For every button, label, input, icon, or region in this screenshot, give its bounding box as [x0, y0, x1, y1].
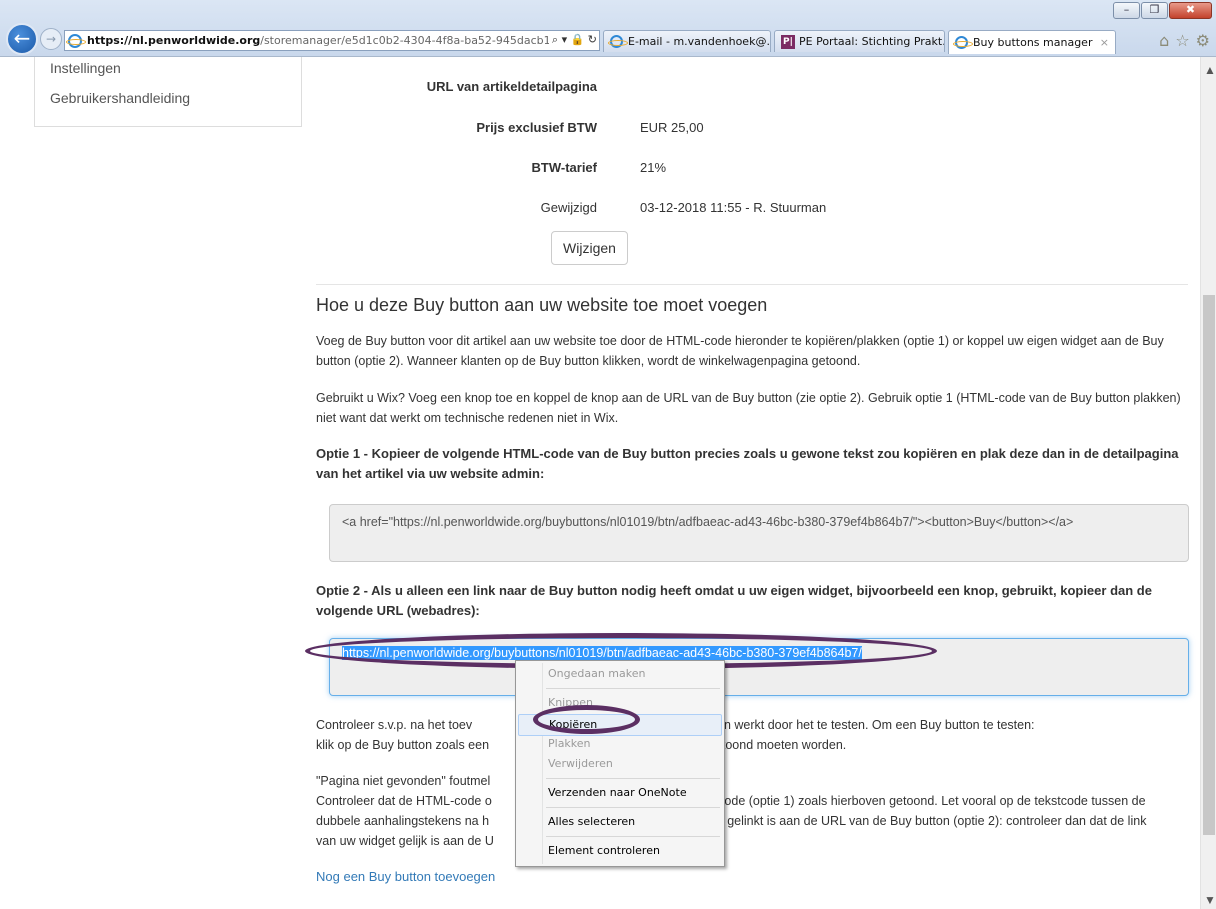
close-window-button[interactable]: ✖ [1169, 2, 1212, 19]
browser-chrome: – ❐ ✖ ← → https://nl.penworldwide.org/st… [0, 0, 1216, 57]
menu-item-undo[interactable]: Ongedaan maken [518, 663, 722, 685]
scroll-up-arrow-icon[interactable]: ▲ [1204, 63, 1216, 77]
forward-button[interactable]: → [40, 28, 62, 50]
back-button[interactable]: ← [6, 23, 38, 55]
tab-label: E-mail - m.vandenhoek@... [628, 35, 771, 48]
menu-separator [546, 688, 720, 689]
scrollbar-thumb[interactable] [1203, 295, 1215, 835]
sidebar-item-gebruikershandleiding[interactable]: Gebruikershandleiding [35, 86, 301, 116]
tab-label: PE Portaal: Stichting Prakt... [799, 35, 945, 48]
not-found-paragraph: "Pagina niet gevonden" foutmel Controlee… [316, 771, 1190, 851]
detail-value: EUR 25,00 [640, 120, 704, 135]
text-fragment: van uw widget gelijk is aan de U [316, 834, 494, 848]
sidebar-item-instellingen[interactable]: Instellingen [35, 57, 301, 86]
detail-label: Prijs exclusief BTW [476, 120, 597, 135]
edit-button[interactable]: Wijzigen [551, 231, 628, 265]
ie-icon [953, 36, 973, 49]
tab-label: Buy buttons manager [973, 36, 1093, 49]
address-host: https://nl.penworldwide.org [87, 34, 261, 47]
ie-icon [608, 35, 628, 48]
option1-code-box[interactable]: <a href="https://nl.penworldwide.org/buy… [329, 504, 1189, 562]
detail-value: 21% [640, 160, 667, 175]
divider [316, 284, 1188, 285]
window-controls: – ❐ ✖ [1113, 2, 1212, 19]
detail-label: URL van artikeldetailpagina [426, 79, 597, 94]
text-fragment: dubbele aanhalingstekens na h [316, 814, 490, 828]
page-viewport: Instellingen Gebruikershandleiding URL v… [0, 57, 1200, 909]
vertical-scrollbar[interactable]: ▲ ▼ [1200, 57, 1216, 909]
text-fragment: "Pagina niet gevonden" foutmel [316, 774, 491, 788]
menu-separator [546, 807, 720, 808]
text-fragment: Controleer dat de HTML-code o [316, 794, 492, 808]
detail-value: 03-12-2018 11:55 - R. Stuurman [640, 200, 827, 215]
text-fragment: Controleer s.v.p. na het toev [316, 718, 473, 732]
intro-paragraph: Voeg de Buy button voor dit artikel aan … [316, 334, 1164, 368]
home-icon[interactable]: ⌂ [1159, 31, 1169, 50]
minimize-button[interactable]: – [1113, 2, 1140, 19]
test-paragraph: Controleer s.v.p. na het toev te dat de … [316, 715, 1190, 755]
menu-separator [546, 836, 720, 837]
option1-code-text: <a href="https://nl.penworldwide.org/buy… [342, 515, 1074, 529]
browser-toolbar-icons: ⌂ ☆ ⚙ [1159, 31, 1210, 50]
detail-label: Gewijzigd [540, 200, 597, 215]
text-fragment: -code (optie 1) zoals hierboven getoond.… [714, 794, 1146, 808]
settings-gear-icon[interactable]: ⚙ [1196, 31, 1210, 50]
sidebar: Instellingen Gebruikershandleiding [34, 57, 302, 127]
section-title: Hoe u deze Buy button aan uw website toe… [316, 295, 768, 315]
tab-pe-portaal[interactable]: P| PE Portaal: Stichting Prakt... [774, 30, 945, 52]
option2-heading: Optie 2 - Als u alleen een link naar de … [316, 583, 1152, 618]
add-buy-button-link[interactable]: Nog een Buy button toevoegen [316, 869, 495, 884]
menu-item-delete[interactable]: Verwijderen [518, 753, 722, 775]
address-bar[interactable]: https://nl.penworldwide.org/storemanager… [64, 30, 600, 51]
tab-email[interactable]: E-mail - m.vandenhoek@... [603, 30, 771, 52]
menu-item-inspect-element[interactable]: Element controleren [518, 840, 722, 862]
tab-buy-buttons-manager[interactable]: Buy buttons manager × [948, 30, 1116, 54]
tab-close-icon[interactable]: × [1100, 36, 1109, 49]
menu-item-send-to-onenote[interactable]: Verzenden naar OneNote [518, 782, 722, 804]
detail-label: BTW-tarief [531, 160, 597, 175]
text-fragment: klik op de Buy button zoals een [316, 738, 490, 752]
menu-item-select-all[interactable]: Alles selecteren [518, 811, 722, 833]
scroll-down-arrow-icon[interactable]: ▼ [1204, 893, 1216, 907]
annotation-oval-copy [533, 705, 640, 734]
ie-page-icon [66, 33, 86, 48]
address-tools-icons[interactable]: ⌕ ▾ 🔒 ↻ [548, 33, 597, 47]
wix-paragraph: Gebruikt u Wix? Voeg een knop toe en kop… [316, 391, 1181, 425]
favorites-star-icon[interactable]: ☆ [1175, 31, 1189, 50]
address-path: /storemanager/e5d1c0b2-4304-4f8a-ba52-94… [260, 34, 597, 47]
pe-portaal-icon: P| [781, 34, 795, 49]
context-menu: Ongedaan maken Knippen Kopiëren Plakken … [515, 660, 725, 867]
text-fragment: ie gelinkt is aan de URL van de Buy butt… [714, 814, 1147, 828]
menu-item-paste[interactable]: Plakken [518, 736, 722, 753]
menu-separator [546, 778, 720, 779]
option1-heading: Optie 1 - Kopieer de volgende HTML-code … [316, 446, 1179, 481]
address-url: https://nl.penworldwide.org/storemanager… [87, 34, 596, 47]
maximize-button[interactable]: ❐ [1141, 2, 1168, 19]
